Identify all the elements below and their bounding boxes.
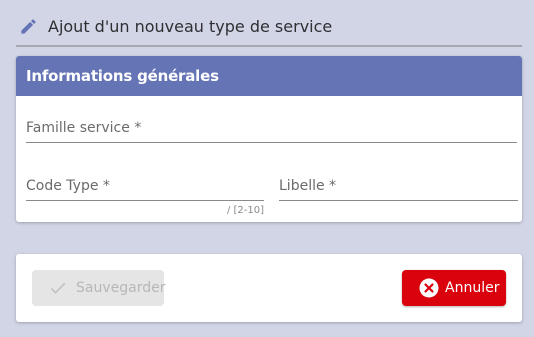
section-title: Informations générales <box>16 56 522 96</box>
famille-service-field[interactable]: Famille service * <box>26 120 517 143</box>
libelle-field[interactable]: Libelle * <box>279 178 518 201</box>
save-button[interactable]: Sauvegarder <box>32 270 166 306</box>
libelle-underline <box>279 200 518 201</box>
page-title: Ajout d'un nouveau type de service <box>48 16 333 36</box>
check-icon <box>48 278 68 298</box>
header-divider <box>16 45 522 47</box>
code-type-length-hint: / [2-10] <box>226 205 264 216</box>
libelle-label: Libelle * <box>279 178 337 194</box>
code-type-underline <box>26 200 264 201</box>
code-type-label: Code Type * <box>26 178 110 194</box>
code-type-field[interactable]: Code Type * / [2-10] <box>26 178 264 216</box>
cancel-button-label: Annuler <box>445 280 500 296</box>
actions-bar: Sauvegarder Annuler <box>16 254 522 322</box>
cancel-button[interactable]: Annuler <box>402 270 506 306</box>
save-button-label: Sauvegarder <box>76 280 166 296</box>
page-header: Ajout d'un nouveau type de service <box>18 12 332 40</box>
famille-service-underline <box>26 142 517 143</box>
pencil-icon <box>18 16 38 36</box>
general-info-card: Informations générales Famille service *… <box>16 56 522 222</box>
close-circle-icon <box>419 278 439 298</box>
famille-service-label: Famille service * <box>26 120 142 136</box>
